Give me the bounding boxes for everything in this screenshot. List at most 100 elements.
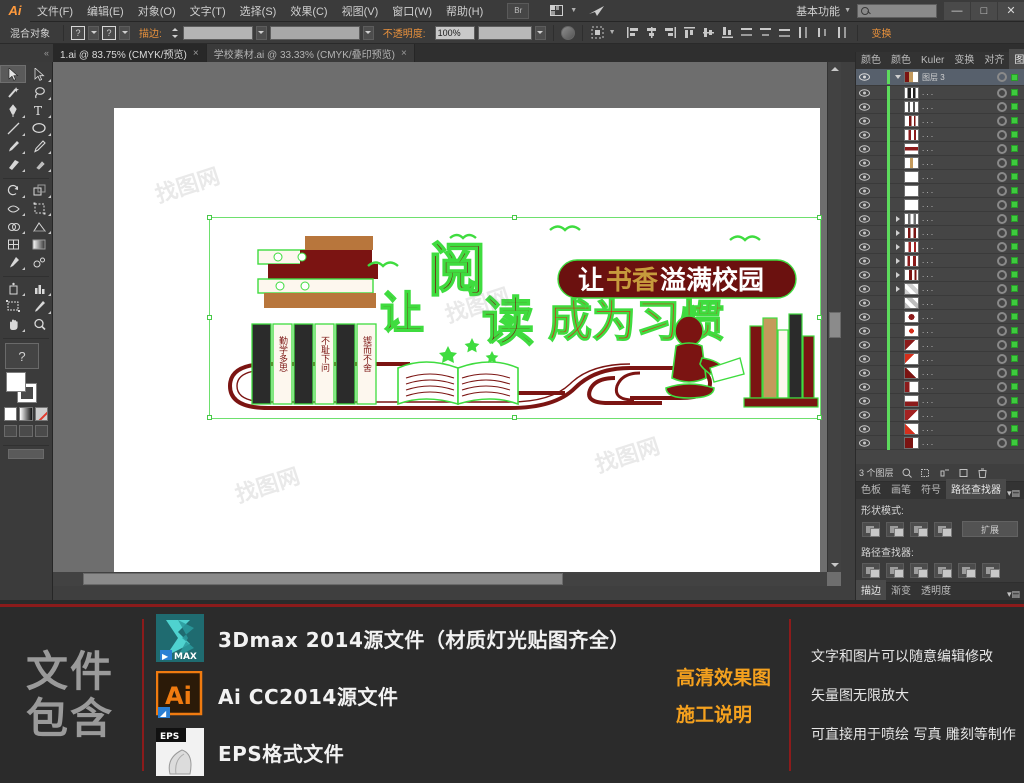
stroke-swatch[interactable]: ? <box>102 25 116 40</box>
eye-icon[interactable] <box>856 73 873 81</box>
layer-row[interactable]: . . . <box>856 141 1024 156</box>
eye-icon[interactable] <box>856 158 873 167</box>
shape-builder-tool[interactable] <box>0 217 26 235</box>
tab-symbols[interactable]: 符号 <box>916 479 946 499</box>
eye-icon[interactable] <box>856 88 873 97</box>
trim-button[interactable] <box>886 563 904 578</box>
selection-indicator[interactable] <box>1011 131 1018 138</box>
exclude-button[interactable] <box>934 521 952 537</box>
intersect-button[interactable] <box>910 521 928 537</box>
layer-row[interactable]: . . . <box>856 85 1024 100</box>
target-indicator[interactable] <box>997 143 1007 154</box>
selection-indicator[interactable] <box>1011 117 1018 124</box>
tool-flyout-icon[interactable] <box>45 115 51 118</box>
selection-indicator[interactable] <box>1011 159 1018 166</box>
stroke-weight-input[interactable] <box>182 25 253 40</box>
target-indicator[interactable] <box>997 423 1007 434</box>
layer-name[interactable]: . . . <box>922 284 997 293</box>
layer-row[interactable]: . . . <box>856 435 1024 450</box>
layers-list[interactable]: 图层 3 . . .. . .. . .. . .. . .. . .. . .… <box>856 69 1024 464</box>
align-right-icon[interactable] <box>663 25 679 40</box>
ellipse-tool[interactable] <box>26 119 52 137</box>
menu-file[interactable]: 文件(F) <box>30 0 80 22</box>
artboard-tool[interactable] <box>0 297 26 315</box>
selection-indicator[interactable] <box>1011 215 1018 222</box>
tool-flyout-icon[interactable] <box>45 195 51 198</box>
layer-name[interactable]: . . . <box>922 172 997 181</box>
layer-name[interactable]: . . . <box>922 354 997 363</box>
stroke-panel-menu-icon[interactable]: ▾▤ <box>1007 589 1024 600</box>
layer-row[interactable]: . . . <box>856 155 1024 170</box>
selection-indicator[interactable] <box>1011 411 1018 418</box>
layer-name[interactable]: . . . <box>922 102 997 111</box>
layer-name[interactable]: . . . <box>922 340 997 349</box>
target-indicator[interactable] <box>997 157 1007 168</box>
layer-row[interactable]: . . . <box>856 379 1024 394</box>
tab-stroke[interactable]: 描边 <box>856 580 886 600</box>
chevron-right-icon[interactable] <box>892 285 904 292</box>
selection-indicator[interactable] <box>1011 73 1018 81</box>
chevron-right-icon[interactable] <box>892 257 904 264</box>
target-indicator[interactable] <box>997 353 1007 364</box>
perspective-grid-tool[interactable] <box>26 217 52 235</box>
tab-swatches[interactable]: 色板 <box>856 479 886 499</box>
eye-icon[interactable] <box>856 298 873 307</box>
eye-icon[interactable] <box>856 368 873 377</box>
eye-icon[interactable] <box>856 214 873 223</box>
target-indicator[interactable] <box>997 297 1007 308</box>
chevron-right-icon[interactable] <box>892 271 904 278</box>
expand-button[interactable]: 扩展 <box>962 521 1018 537</box>
tab-color-guide[interactable]: 颜色 <box>886 49 916 69</box>
layer-row[interactable]: . . . <box>856 337 1024 352</box>
target-indicator[interactable] <box>997 255 1007 266</box>
layer-row-root[interactable]: 图层 3 <box>856 69 1024 86</box>
tool-flyout-icon[interactable] <box>19 133 25 136</box>
selection-indicator[interactable] <box>1011 145 1018 152</box>
tool-flyout-icon[interactable] <box>19 151 25 154</box>
layer-row[interactable]: . . . <box>856 211 1024 226</box>
tool-flyout-icon[interactable] <box>19 293 25 296</box>
layer-name[interactable]: . . . <box>922 326 997 335</box>
full-screen-menu-button[interactable] <box>19 425 33 437</box>
target-indicator[interactable] <box>997 72 1007 82</box>
menu-object[interactable]: 对象(O) <box>131 0 183 22</box>
tab-color[interactable]: 颜色 <box>856 49 886 69</box>
menu-window[interactable]: 窗口(W) <box>385 0 439 22</box>
outline-button[interactable] <box>958 563 976 578</box>
layer-name[interactable]: . . . <box>922 186 997 195</box>
vertical-scroll-thumb[interactable] <box>829 312 841 338</box>
fill-color-swatch[interactable] <box>6 372 26 392</box>
pathfinder-panel-menu-icon[interactable]: ▾▤ <box>1007 488 1024 499</box>
layer-row[interactable]: . . . <box>856 197 1024 212</box>
layer-name[interactable]: . . . <box>922 158 997 167</box>
crop-button[interactable] <box>934 563 952 578</box>
selection-indicator[interactable] <box>1011 187 1018 194</box>
bridge-icon[interactable]: Br <box>507 2 530 19</box>
help-tool[interactable]: ? <box>5 343 39 369</box>
vertical-scrollbar[interactable] <box>827 62 841 572</box>
eye-icon[interactable] <box>856 256 873 265</box>
eye-icon[interactable] <box>856 200 873 209</box>
horizontal-scrollbar[interactable] <box>53 572 827 586</box>
opacity-slider[interactable] <box>477 25 532 40</box>
paintbrush-tool[interactable] <box>0 137 26 155</box>
gradient-button[interactable] <box>19 407 33 421</box>
layer-name[interactable]: . . . <box>922 368 997 377</box>
blob-brush-tool[interactable] <box>0 155 26 173</box>
eye-icon[interactable] <box>856 102 873 111</box>
opacity-input[interactable]: 100% <box>434 25 475 40</box>
tool-flyout-icon[interactable] <box>45 97 51 100</box>
fill-swatch[interactable]: ? <box>71 25 85 40</box>
target-indicator[interactable] <box>997 227 1007 238</box>
menu-effect[interactable]: 效果(C) <box>283 0 334 22</box>
tool-flyout-icon[interactable] <box>45 213 51 216</box>
selection-indicator[interactable] <box>1011 257 1018 264</box>
rotate-tool[interactable] <box>0 181 26 199</box>
workspace-switcher[interactable]: 基本功能 <box>792 3 844 19</box>
close-button[interactable]: ✕ <box>998 1 1024 20</box>
tool-flyout-icon[interactable] <box>45 311 51 314</box>
layer-row[interactable]: . . . <box>856 407 1024 422</box>
menu-view[interactable]: 视图(V) <box>335 0 386 22</box>
tool-flyout-icon[interactable] <box>45 231 51 234</box>
target-indicator[interactable] <box>997 213 1007 224</box>
